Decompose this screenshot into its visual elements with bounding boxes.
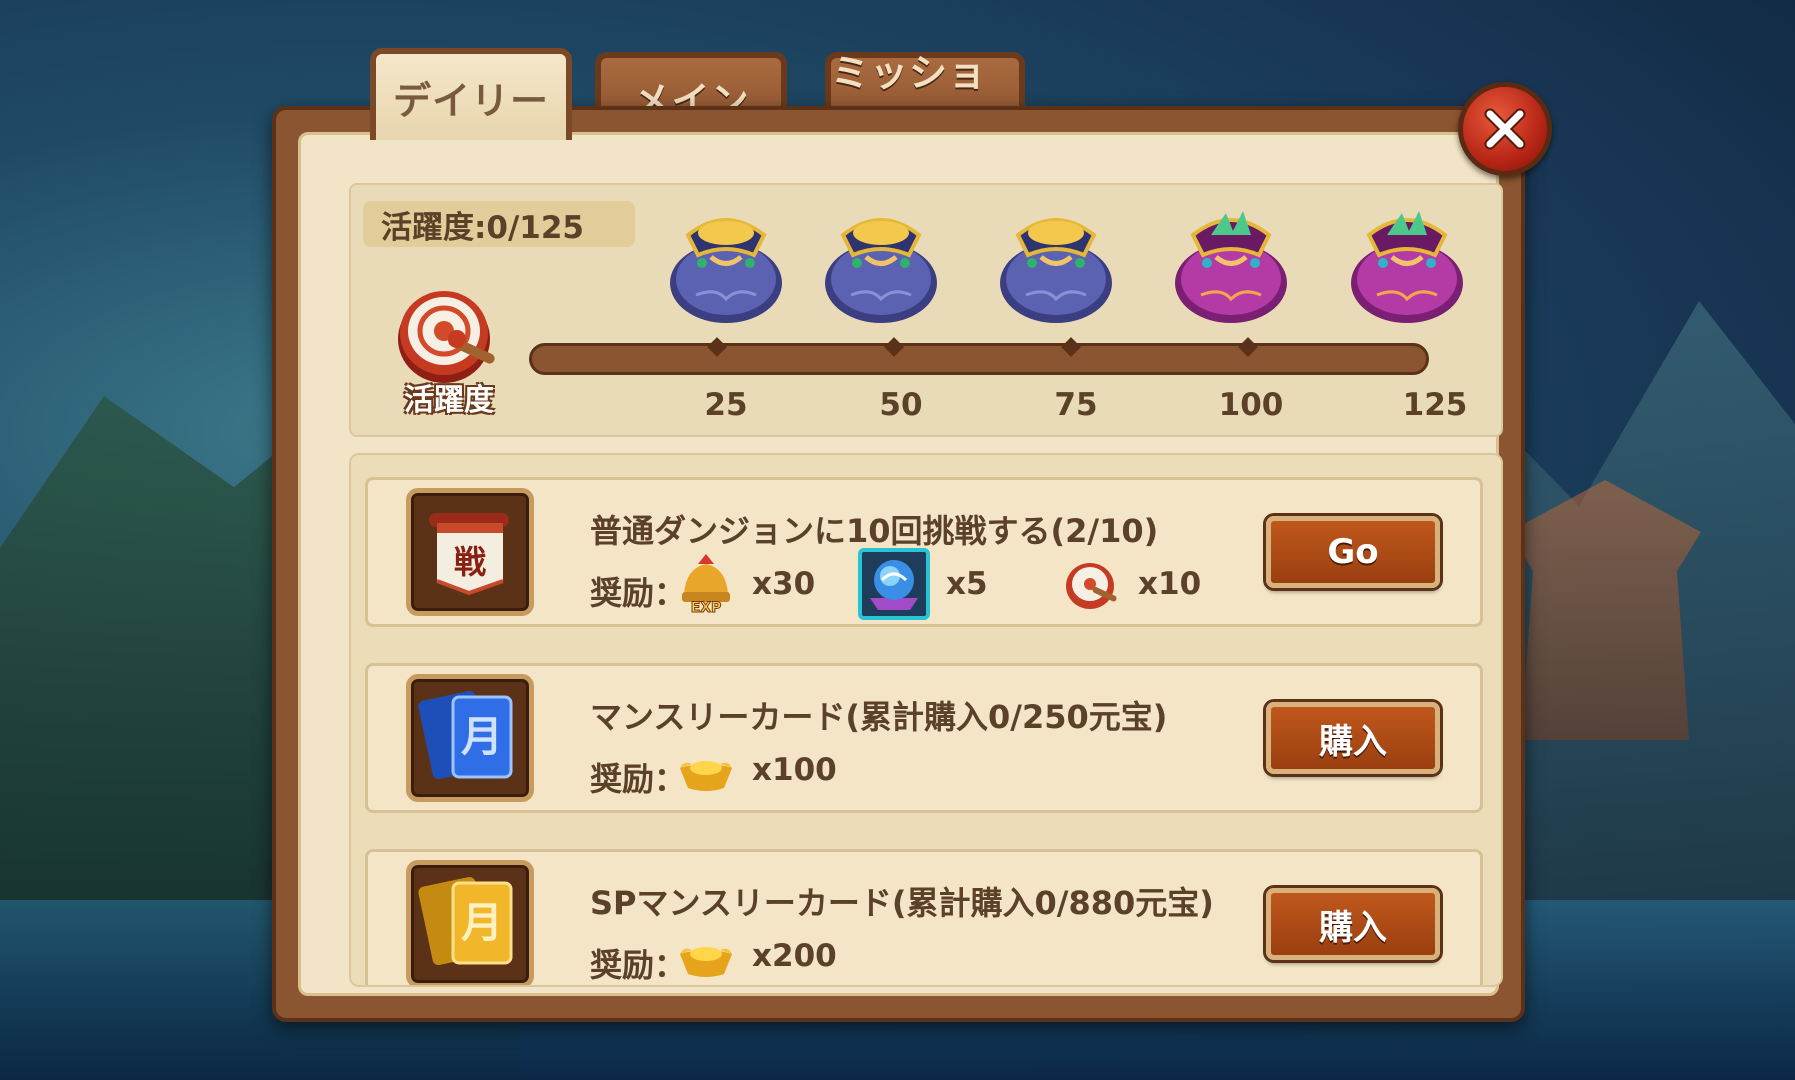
task-row: 月 マンスリーカード(累計購入0/250元宝) 奨励： x100 購入 bbox=[365, 663, 1483, 813]
activity-icon-label: 活躍度 bbox=[404, 383, 494, 418]
blue-bag-icon bbox=[1000, 218, 1112, 323]
milestone-label-100: 100 bbox=[1218, 387, 1284, 423]
drum-icon bbox=[1062, 554, 1122, 614]
milestone-label-25: 25 bbox=[704, 387, 748, 423]
chest-reward-25[interactable] bbox=[666, 195, 786, 325]
task-title: 普通ダンジョンに10回挑戦する(2/10) bbox=[590, 512, 1159, 550]
reward-item: EXP x30 bbox=[676, 552, 816, 617]
gold-card-icon: 月 bbox=[418, 876, 513, 966]
reward-qty: x200 bbox=[752, 938, 837, 974]
task-icon: 月 bbox=[406, 674, 534, 802]
milestone-label-50: 50 bbox=[879, 387, 923, 423]
reward-qty: x30 bbox=[752, 566, 816, 602]
blue-bag-icon bbox=[670, 218, 782, 323]
gold-ingot-icon bbox=[676, 926, 736, 985]
task-row: 月 SPマンスリーカード(累計購入0/880元宝) 奨励： x200 購入 bbox=[365, 849, 1483, 985]
reward-qty: x10 bbox=[1138, 566, 1202, 602]
svg-text:月: 月 bbox=[461, 712, 503, 761]
reward-qty: x5 bbox=[946, 566, 988, 602]
reward-item: x5 bbox=[858, 548, 988, 620]
milestone-label-125: 125 bbox=[1402, 387, 1468, 423]
milestone-marker-25 bbox=[707, 337, 727, 357]
reward-qty: x100 bbox=[752, 752, 837, 788]
task-title: SPマンスリーカード(累計購入0/880元宝) bbox=[590, 884, 1214, 922]
reward-label: 奨励： bbox=[590, 574, 687, 612]
battle-scroll-icon: 戦 bbox=[429, 513, 509, 596]
svg-text:EXP: EXP bbox=[691, 600, 722, 614]
purple-bag-icon bbox=[1351, 211, 1463, 323]
chest-reward-75[interactable] bbox=[996, 195, 1116, 325]
purple-bag-icon bbox=[1175, 211, 1287, 323]
chest-reward-125[interactable] bbox=[1347, 195, 1467, 325]
exp-helmet-icon: EXP bbox=[676, 554, 736, 617]
buy-button[interactable]: 購入 bbox=[1266, 702, 1440, 774]
tab-daily[interactable]: デイリー bbox=[370, 48, 572, 140]
reward-label: 奨励： bbox=[590, 760, 687, 798]
quest-panel: 活躍度:0/125 活躍度 25 50 75 100 125 戦 普通ダンジョン… bbox=[272, 106, 1525, 1022]
reward-item: x10 bbox=[1062, 552, 1201, 616]
task-list[interactable]: 戦 普通ダンジョンに10回挑戦する(2/10) 奨励： EXP x30 x5 x… bbox=[349, 453, 1503, 987]
drum-icon bbox=[398, 291, 495, 383]
task-icon: 月 bbox=[406, 860, 534, 985]
task-icon: 戦 bbox=[406, 488, 534, 616]
chest-reward-100[interactable] bbox=[1171, 195, 1291, 325]
svg-text:戦: 戦 bbox=[454, 543, 486, 581]
task-title: マンスリーカード(累計購入0/250元宝) bbox=[590, 698, 1168, 736]
activity-progress-bar bbox=[529, 337, 1429, 375]
svg-text:月: 月 bbox=[461, 898, 503, 947]
close-button[interactable] bbox=[1458, 82, 1552, 176]
blue-bag-icon bbox=[825, 218, 937, 323]
activity-drum: 活躍度 bbox=[389, 277, 509, 418]
crystal-orb-icon bbox=[858, 548, 930, 620]
close-icon bbox=[1484, 108, 1526, 150]
reward-label: 奨励： bbox=[590, 946, 687, 984]
buy-button[interactable]: 購入 bbox=[1266, 888, 1440, 960]
milestone-label-75: 75 bbox=[1054, 387, 1098, 423]
milestone-marker-50 bbox=[884, 337, 904, 357]
milestone-marker-75 bbox=[1061, 337, 1081, 357]
reward-item: x100 bbox=[676, 738, 837, 802]
gold-ingot-icon bbox=[676, 740, 736, 800]
go-button[interactable]: Go bbox=[1266, 516, 1440, 588]
chest-reward-50[interactable] bbox=[821, 195, 941, 325]
reward-item: x200 bbox=[676, 924, 837, 985]
milestone-marker-100 bbox=[1238, 337, 1258, 357]
activity-score-label: 活躍度:0/125 bbox=[363, 201, 635, 247]
task-row: 戦 普通ダンジョンに10回挑戦する(2/10) 奨励： EXP x30 x5 x… bbox=[365, 477, 1483, 627]
panel-content: 活躍度:0/125 活躍度 25 50 75 100 125 戦 普通ダンジョン… bbox=[298, 132, 1503, 996]
blue-card-icon: 月 bbox=[418, 690, 513, 780]
activity-section: 活躍度:0/125 活躍度 25 50 75 100 125 bbox=[349, 183, 1503, 437]
